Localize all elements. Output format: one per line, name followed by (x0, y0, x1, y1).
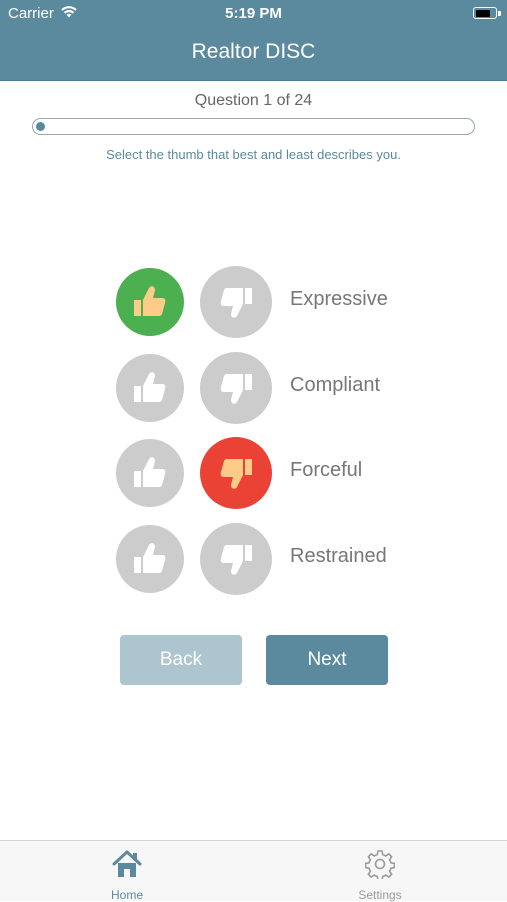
thumbs-down-icon (220, 545, 252, 575)
instructions-text: Select the thumb that best and least des… (106, 147, 401, 162)
option-row-restrained: Restrained (0, 523, 507, 595)
thumbs-down-button[interactable] (200, 266, 272, 338)
thumbs-down-icon (220, 374, 252, 404)
page-title: Realtor DISC (191, 40, 316, 63)
tab-home[interactable]: Home (77, 847, 177, 902)
thumbs-down-button[interactable] (200, 352, 272, 424)
tab-bar: Home Settings (0, 840, 507, 902)
thumbs-up-icon (134, 286, 166, 316)
home-icon (77, 847, 177, 881)
battery-icon (473, 7, 501, 19)
thumbs-up-icon (134, 372, 166, 402)
thumbs-down-button[interactable] (200, 437, 272, 509)
back-button[interactable]: Back (120, 635, 242, 685)
option-label: Restrained (290, 545, 387, 567)
option-row-compliant: Compliant (0, 352, 507, 424)
next-button[interactable]: Next (266, 635, 388, 685)
option-label: Compliant (290, 374, 381, 396)
nav-bar: Realtor DISC (0, 28, 507, 81)
thumbs-down-icon (220, 459, 252, 489)
progress-bar (32, 118, 475, 135)
thumbs-up-icon (134, 457, 166, 487)
thumbs-up-button[interactable] (116, 439, 184, 507)
thumbs-up-icon (134, 543, 166, 573)
tab-settings[interactable]: Settings (330, 847, 430, 902)
option-label: Expressive (290, 288, 388, 310)
thumbs-up-button[interactable] (116, 268, 184, 336)
status-time: 5:19 PM (225, 5, 282, 22)
status-bar: Carrier 5:19 PM (0, 0, 507, 28)
thumbs-down-button[interactable] (200, 523, 272, 595)
thumbs-up-button[interactable] (116, 525, 184, 593)
progress-fill (36, 122, 45, 131)
option-label: Forceful (290, 459, 363, 481)
question-counter: Question 1 of 24 (194, 92, 313, 109)
thumbs-down-icon (220, 288, 252, 318)
thumbs-up-button[interactable] (116, 354, 184, 422)
option-row-expressive: Expressive (0, 266, 507, 338)
gear-icon (330, 847, 430, 881)
option-row-forceful: Forceful (0, 437, 507, 509)
